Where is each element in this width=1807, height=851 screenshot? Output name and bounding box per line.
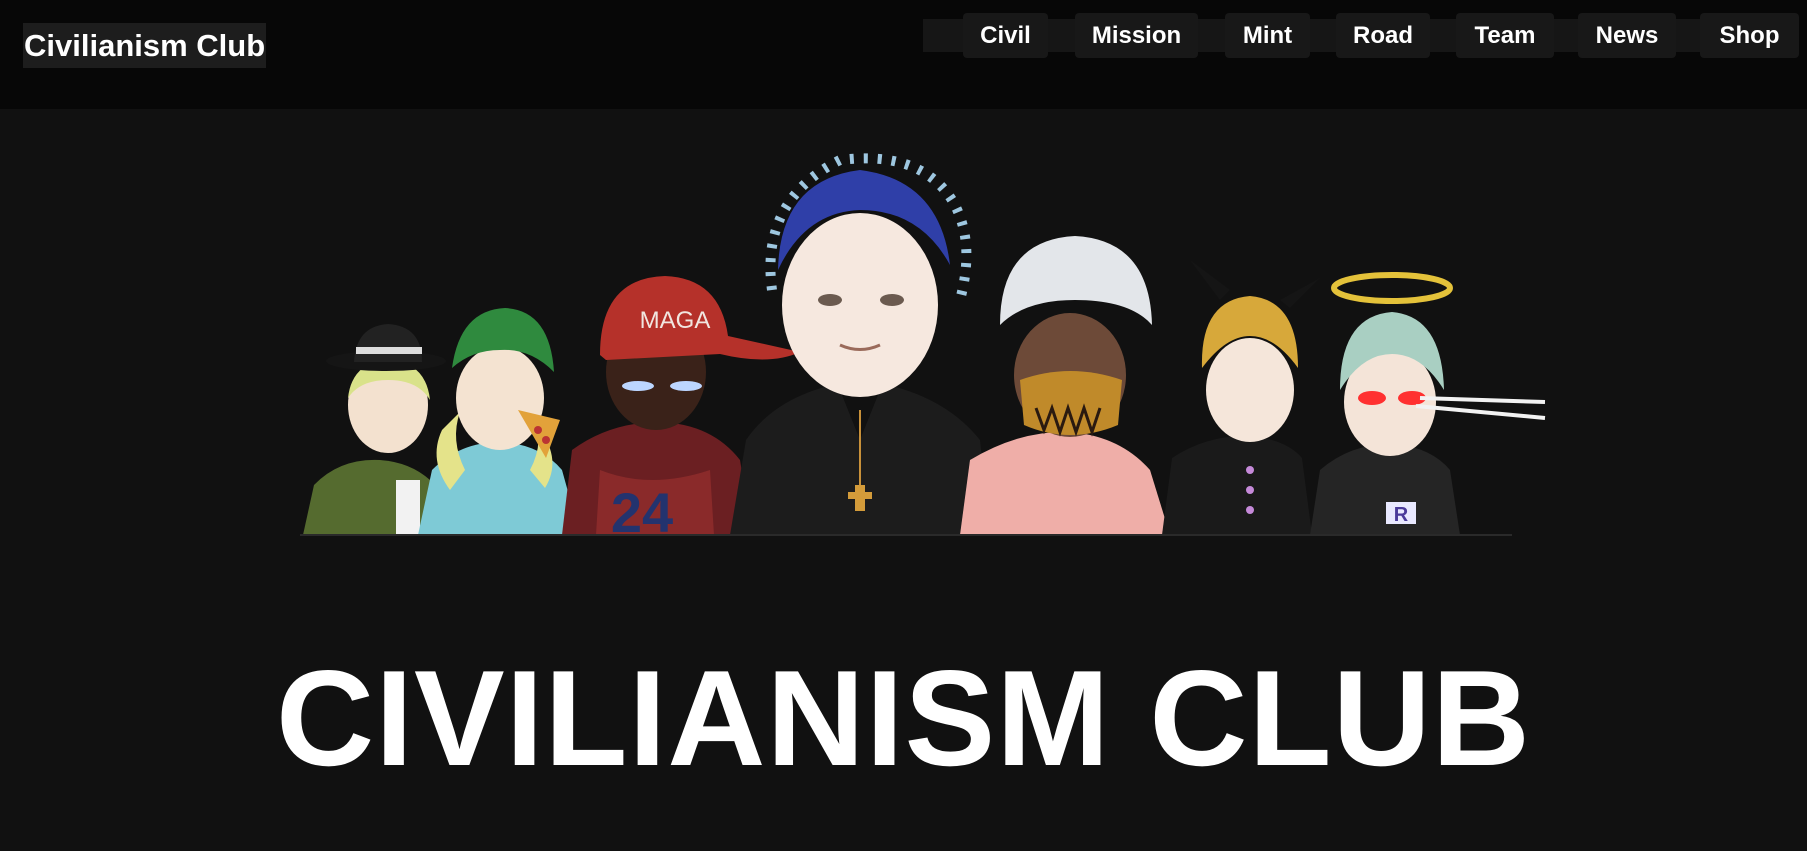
nav-item-mission[interactable]: Mission (1075, 13, 1198, 58)
character-gold-mask (960, 236, 1170, 535)
hero-character-lineup: 24 MAGA R (300, 140, 1550, 540)
character-lineup-illustration: 24 MAGA R (300, 153, 1546, 540)
character-green-beanie (418, 308, 580, 535)
nav-item-shop[interactable]: Shop (1700, 13, 1799, 58)
character-fedora (303, 324, 446, 535)
nav-item-mint[interactable]: Mint (1225, 13, 1310, 58)
jersey-number: 24 (611, 481, 673, 540)
brand-logo-link[interactable]: Civilianism Club (23, 23, 267, 68)
character-halo: R (1310, 272, 1546, 535)
nav-item-team[interactable]: Team (1456, 13, 1554, 58)
character-bunny-ears (1162, 260, 1320, 535)
cap-text: MAGA (640, 307, 711, 334)
nav-item-civil[interactable]: Civil (963, 13, 1048, 58)
nav-item-news[interactable]: News (1578, 13, 1676, 58)
nav-item-road[interactable]: Road (1336, 13, 1430, 58)
hero-title: CIVILIANISM CLUB (275, 642, 1532, 794)
shirt-logo: R (1394, 504, 1409, 526)
site-header: Civilianism Club Civil Mission Mint Road… (0, 0, 1807, 109)
